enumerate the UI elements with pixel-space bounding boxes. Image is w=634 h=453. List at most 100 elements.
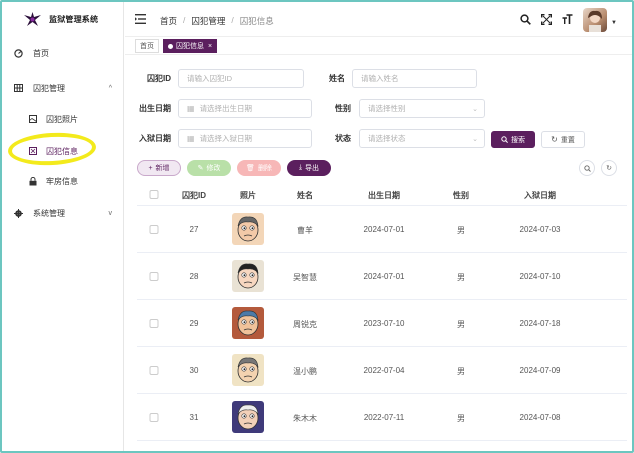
sidebar-item-prisoner-management[interactable]: 囚犯管理 ^ (2, 77, 124, 99)
fullscreen-icon[interactable] (541, 14, 552, 25)
sidebar-item-label: 首页 (33, 48, 49, 58)
sidebar-item-system-management[interactable]: 系统管理 v (2, 202, 124, 224)
prisoner-cartoon-face (232, 260, 264, 292)
table-row[interactable]: 27 曹羊 2024-07-01 男 2024-07-03 (137, 206, 627, 253)
label-birth-date: 出生日期 (139, 104, 171, 113)
cell-birth-date: 2022-07-11 (363, 413, 405, 422)
table-row[interactable]: 31 朱木木 2022-07-11 男 2024-07-08 (137, 394, 627, 441)
table-header: 囚犯ID 照片 姓名 出生日期 性别 入狱日期 (137, 184, 627, 206)
placeholder: 请选择性别 (368, 104, 406, 113)
search-icon[interactable] (520, 14, 531, 25)
delete-button-label: 删除 (257, 165, 272, 172)
cell-entry-date: 2024-07-10 (519, 272, 561, 281)
column-header-name: 姓名 (297, 191, 313, 200)
prisoner-photo[interactable] (232, 307, 264, 339)
logo-row: 监狱管理系统 (2, 2, 123, 36)
sidebar-item-prisoner-photos[interactable]: 囚犯照片 (2, 108, 124, 130)
cell-id: 28 (189, 272, 199, 281)
menu-toggle-icon[interactable] (135, 14, 146, 24)
breadcrumb-prisoner-management[interactable]: 囚犯管理 (191, 15, 225, 27)
name-input[interactable]: 请输入姓名 (352, 69, 477, 88)
table-row[interactable]: 29 周锐克 2023-07-10 男 2024-07-18 (137, 300, 627, 347)
export-button[interactable]: ⤓ 导出 (287, 160, 331, 176)
calendar-icon: ▦ (187, 134, 195, 143)
table-body: 27 曹羊 2024-07-01 男 2024-07-03 28 吴智慧 2024-07-01… (137, 206, 627, 441)
cell-entry-date: 2024-07-18 (519, 319, 561, 328)
cell-name: 吴智慧 (293, 273, 317, 282)
chevron-down-icon: ⌄ (472, 105, 478, 113)
toggle-search-icon[interactable] (579, 160, 595, 176)
edit-button[interactable]: ✎ 修改 (187, 160, 231, 176)
placeholder: 请选择出生日期 (199, 104, 253, 113)
column-header-birth-date: 出生日期 (368, 191, 400, 200)
cell-id: 30 (189, 366, 199, 375)
sidebar-item-label: 牢房信息 (46, 176, 78, 186)
top-header: 首页 / 囚犯管理 / 囚犯信息 ▼ (125, 2, 632, 37)
breadcrumb-current: 囚犯信息 (239, 16, 274, 26)
id-card-icon (28, 147, 37, 156)
user-avatar[interactable] (583, 8, 607, 32)
status-select[interactable]: 请选择状态 ⌄ (359, 129, 485, 148)
cell-gender: 男 (457, 320, 465, 329)
delete-button[interactable]: 🗑 删除 (237, 160, 281, 176)
reset-button-label: 重置 (560, 136, 575, 144)
add-button[interactable]: + 新增 (137, 160, 181, 176)
chevron-down-icon: ⌄ (472, 135, 478, 143)
prisoner-photo[interactable] (232, 354, 264, 386)
calendar-icon: ▦ (187, 104, 195, 113)
breadcrumb-home[interactable]: 首页 (160, 15, 177, 27)
trash-icon: 🗑 (246, 165, 255, 172)
sidebar-item-home[interactable]: 首页 (2, 42, 124, 64)
placeholder: 请输入囚犯ID (187, 74, 232, 83)
label-name: 姓名 (329, 74, 345, 83)
chevron-down-icon: v (108, 209, 113, 217)
sidebar-item-cell-info[interactable]: 牢房信息 (2, 170, 124, 192)
caret-down-icon[interactable]: ▼ (611, 20, 617, 26)
dashboard-icon (14, 48, 23, 58)
prisoner-cartoon-face (232, 307, 264, 339)
cell-entry-date: 2024-07-09 (519, 366, 561, 375)
row-checkbox[interactable] (149, 225, 159, 234)
column-header-entry-date: 入狱日期 (524, 191, 556, 200)
prisoner-photo[interactable] (232, 213, 264, 245)
cell-name: 温小鹏 (293, 367, 317, 376)
search-button[interactable]: 搜索 (491, 131, 535, 148)
refresh-icon: ↻ (551, 135, 558, 144)
active-dot-icon (168, 43, 173, 49)
row-checkbox[interactable] (149, 413, 159, 422)
breadcrumb-separator: / (231, 15, 234, 25)
prisoner-photo[interactable] (232, 401, 264, 433)
cell-gender: 男 (457, 226, 465, 235)
birth-date-picker[interactable]: ▦ 请选择出生日期 (178, 99, 312, 118)
column-header-id[interactable]: 囚犯ID (182, 190, 206, 201)
select-all-checkbox[interactable] (149, 190, 159, 199)
prisoner-photo[interactable] (232, 260, 264, 292)
close-icon[interactable]: × (208, 43, 212, 50)
lock-icon (28, 176, 37, 186)
cell-id: 31 (189, 413, 199, 422)
font-size-icon[interactable] (562, 14, 573, 25)
tag-home[interactable]: 首页 (135, 39, 159, 53)
gender-select[interactable]: 请选择性别 ⌄ (359, 99, 485, 118)
refresh-icon[interactable]: ↻ (601, 160, 617, 176)
table-row[interactable]: 28 吴智慧 2024-07-01 男 2024-07-10 (137, 253, 627, 300)
prisoner-cartoon-face (232, 401, 264, 433)
breadcrumb-separator: / (183, 15, 186, 25)
plus-icon: + (148, 164, 153, 172)
label-entry-date: 入狱日期 (139, 134, 171, 143)
prisoner-id-input[interactable]: 请输入囚犯ID (178, 69, 304, 88)
cell-birth-date: 2024-07-01 (363, 225, 405, 234)
cell-gender: 男 (457, 367, 465, 376)
row-checkbox[interactable] (149, 366, 159, 375)
reset-button[interactable]: ↻ 重置 (541, 131, 585, 148)
tag-prisoner-info[interactable]: 囚犯信息 × (163, 39, 218, 53)
app-title: 监狱管理系统 (49, 14, 99, 24)
sidebar: 监狱管理系统 首页 囚犯管理 ^ 囚犯照片 囚犯信息 牢房信息 系统管理 v (2, 2, 124, 451)
row-checkbox[interactable] (149, 272, 159, 281)
download-icon: ⤓ (298, 164, 303, 171)
entry-date-picker[interactable]: ▦ 请选择入狱日期 (178, 129, 312, 148)
sidebar-item-prisoner-info[interactable]: 囚犯信息 (2, 140, 124, 162)
row-checkbox[interactable] (149, 319, 159, 328)
table-row[interactable]: 30 温小鹏 2022-07-04 男 2024-07-09 (137, 347, 627, 394)
prisoner-cartoon-face (232, 354, 264, 386)
